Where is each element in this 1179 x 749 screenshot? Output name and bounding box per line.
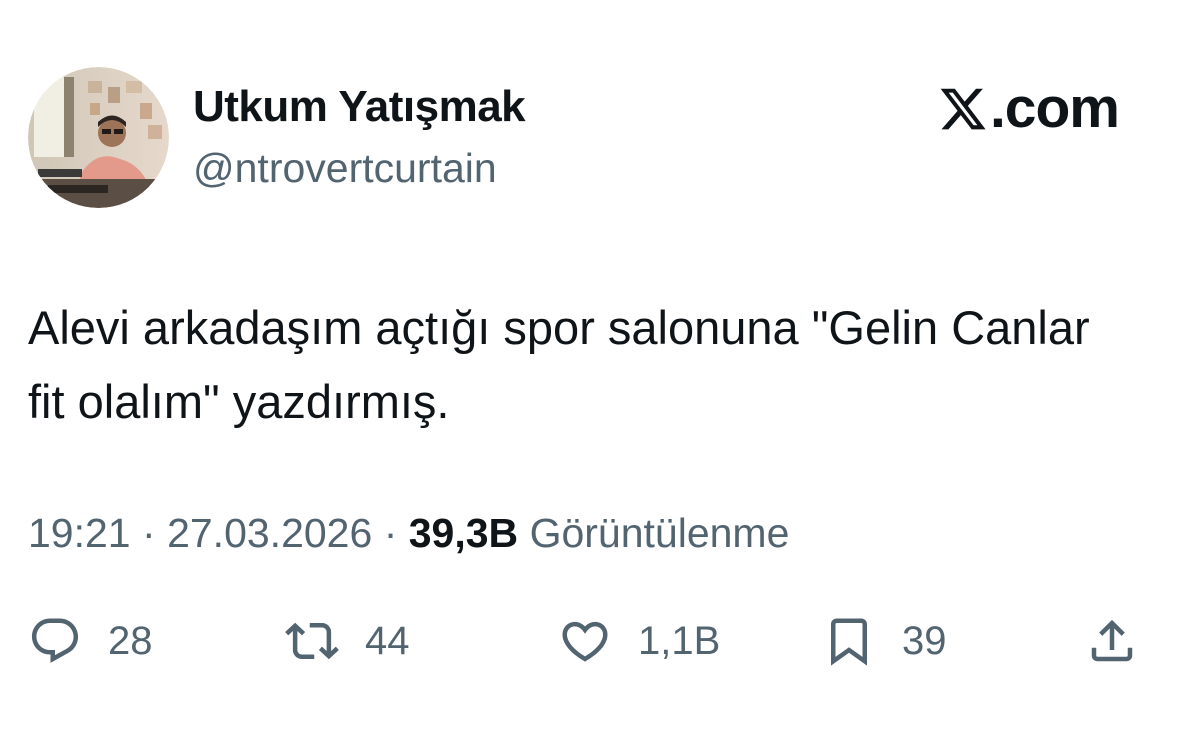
avatar[interactable]	[28, 67, 169, 208]
action-bar: 28 44 1,1B 39	[0, 610, 1179, 672]
tweet-time[interactable]: 19:21	[28, 510, 131, 556]
like-count: 1,1B	[638, 618, 721, 663]
x-logo-icon	[940, 88, 986, 129]
tweet-meta: 19:21 · 27.03.2026 · 39,3B Görüntülenme	[28, 510, 789, 557]
bookmark-icon	[831, 618, 867, 666]
bookmark-count: 39	[902, 618, 947, 663]
reply-count: 28	[108, 618, 153, 663]
heart-icon	[562, 621, 608, 662]
author-display-name[interactable]: Utkum Yatışmak	[193, 82, 526, 132]
share-icon	[1091, 619, 1133, 662]
brand-text: .com	[989, 76, 1120, 140]
retweet-icon	[285, 622, 339, 660]
retweet-button[interactable]: 44	[285, 610, 410, 672]
retweet-count: 44	[365, 618, 410, 663]
reply-icon	[31, 618, 79, 663]
bookmark-button[interactable]: 39	[822, 610, 947, 672]
meta-separator: ·	[142, 510, 156, 556]
meta-separator: ·	[383, 510, 398, 556]
views-count: 39,3B	[408, 510, 519, 556]
like-button[interactable]: 1,1B	[558, 610, 720, 672]
tweet-date[interactable]: 27.03.2026	[167, 510, 372, 556]
reply-button[interactable]: 28	[28, 610, 153, 672]
tweet-text: Alevi arkadaşım açtığı spor salonuna "Ge…	[28, 301, 1090, 428]
author-handle[interactable]: @ntrovertcurtain	[193, 145, 497, 192]
views-label: Görüntülenme	[529, 510, 790, 556]
share-button[interactable]	[1085, 610, 1139, 672]
brand-logo: .com	[938, 76, 1120, 140]
